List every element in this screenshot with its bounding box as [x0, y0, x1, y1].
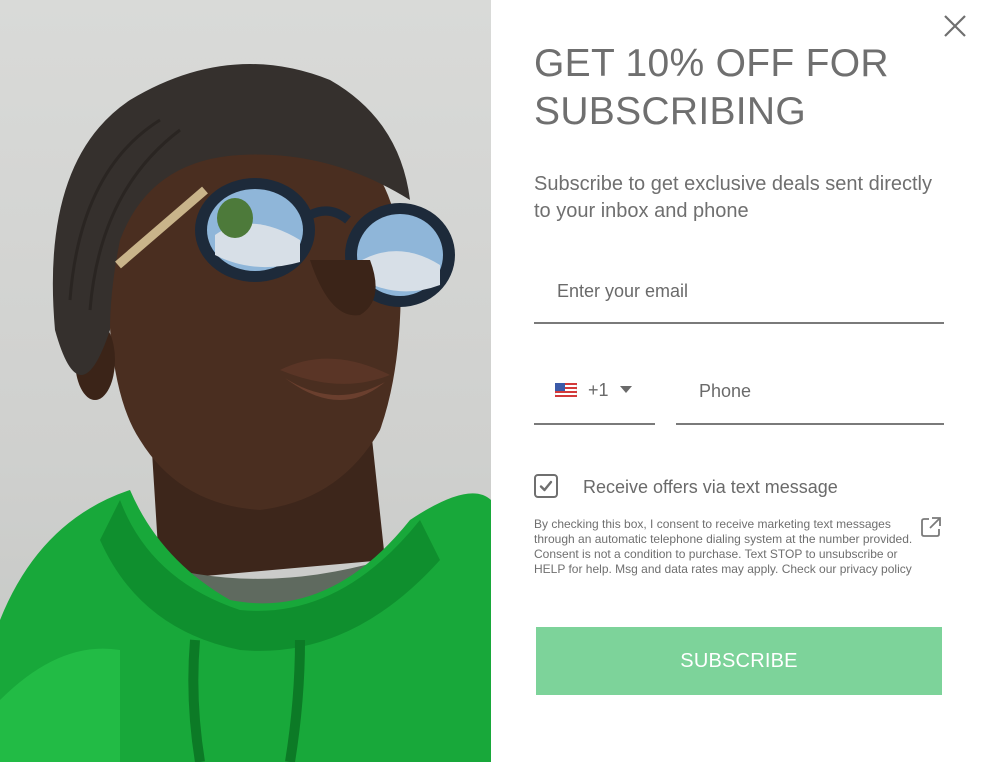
- subtitle: Subscribe to get exclusive deals sent di…: [534, 173, 932, 222]
- sms-opt-in: Receive offers via text message: [534, 474, 944, 502]
- country-code-select[interactable]: +1: [534, 364, 655, 425]
- check-icon: [539, 480, 553, 492]
- consent-text: By checking this box, I consent to recei…: [534, 517, 913, 576]
- phone-input[interactable]: [697, 378, 931, 404]
- us-flag-icon: [555, 383, 577, 397]
- headline: GET 10% OFF FOR SUBSCRIBING: [534, 42, 889, 133]
- dial-code: +1: [588, 380, 609, 400]
- subscribe-popup: GET 10% OFF FOR SUBSCRIBING Subscribe to…: [0, 0, 981, 762]
- close-button[interactable]: [941, 12, 969, 40]
- subscribe-form-panel: GET 10% OFF FOR SUBSCRIBING Subscribe to…: [491, 0, 981, 762]
- phone-field: [676, 364, 944, 425]
- chevron-down-icon: [620, 386, 632, 393]
- email-input[interactable]: [555, 278, 929, 304]
- email-field: [534, 264, 944, 324]
- subscribe-button[interactable]: SUBSCRIBE: [536, 627, 942, 695]
- hero-photo: [0, 0, 491, 762]
- sms-opt-in-checkbox[interactable]: [534, 474, 558, 498]
- sms-opt-in-label: Receive offers via text message: [583, 477, 838, 497]
- external-link-button[interactable]: [919, 515, 943, 539]
- portrait-illustration: [0, 64, 491, 762]
- external-link-icon: [921, 517, 941, 537]
- close-icon: [944, 15, 966, 37]
